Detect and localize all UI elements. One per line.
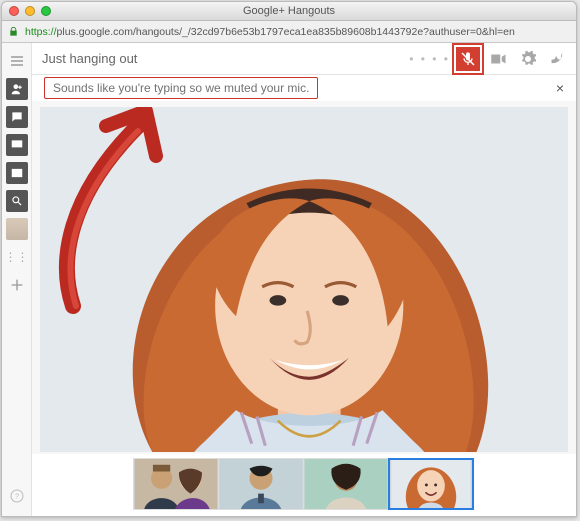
- more-icon[interactable]: ⋮⋮: [3, 243, 31, 271]
- url-text[interactable]: https://plus.google.com/hangouts/_/32cd9…: [25, 26, 570, 38]
- participant-thumb[interactable]: [218, 458, 304, 510]
- mute-notice-text: Sounds like you're typing so we muted yo…: [44, 77, 318, 99]
- video-button[interactable]: [486, 47, 510, 71]
- url-bar: https://plus.google.com/hangouts/_/32cd9…: [2, 21, 576, 43]
- search-icon[interactable]: [3, 187, 31, 215]
- add-person-icon[interactable]: [3, 75, 31, 103]
- lock-icon: [8, 26, 19, 37]
- mic-muted-button[interactable]: [456, 47, 480, 71]
- participant-thumb-active[interactable]: [388, 458, 474, 510]
- hangout-title: Just hanging out: [42, 51, 403, 66]
- chat-icon[interactable]: [3, 103, 31, 131]
- mic-muted-icon: [460, 51, 476, 67]
- menu-icon[interactable]: [3, 47, 31, 75]
- participant-thumb[interactable]: [303, 458, 389, 510]
- svg-text:?: ?: [14, 492, 18, 501]
- window: Google+ Hangouts https://plus.google.com…: [1, 1, 577, 517]
- sidebar: ⋮⋮ ?: [2, 43, 32, 516]
- filmstrip: [32, 454, 576, 516]
- app-body: ⋮⋮ ? Just hanging out • • • •: [2, 43, 576, 516]
- participant-thumb[interactable]: [133, 458, 219, 510]
- titlebar: Google+ Hangouts: [2, 2, 576, 21]
- help-icon[interactable]: ?: [3, 482, 31, 510]
- overflow-icon[interactable]: • • • •: [409, 52, 450, 66]
- video-feed-main: [40, 107, 568, 452]
- user-avatar-icon[interactable]: [3, 215, 31, 243]
- share-screen-icon[interactable]: [3, 131, 31, 159]
- call-header: Just hanging out • • • •: [32, 43, 576, 75]
- video-stage: [40, 107, 568, 452]
- mute-notice: Sounds like you're typing so we muted yo…: [32, 75, 576, 101]
- settings-button[interactable]: [516, 47, 540, 71]
- close-icon[interactable]: ×: [552, 80, 568, 96]
- hangup-button[interactable]: [546, 47, 570, 71]
- main-area: Just hanging out • • • •: [32, 43, 576, 516]
- add-icon[interactable]: [3, 271, 31, 299]
- window-title: Google+ Hangouts: [2, 5, 576, 17]
- photo-icon[interactable]: [3, 159, 31, 187]
